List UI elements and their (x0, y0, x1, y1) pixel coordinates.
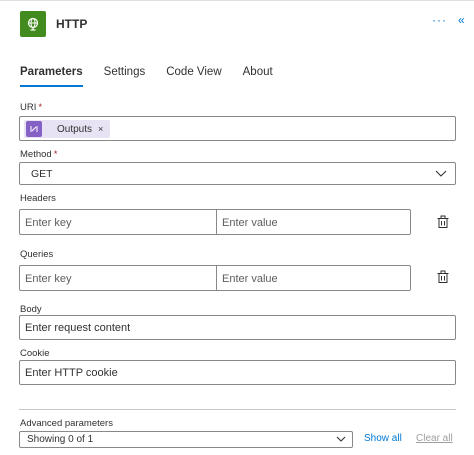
headers-label: Headers (20, 193, 56, 204)
divider (19, 409, 456, 410)
method-value: GET (31, 168, 53, 180)
method-dropdown[interactable]: GET (19, 162, 456, 185)
body-label: Body (20, 304, 42, 315)
advanced-parameters-value: Showing 0 of 1 (27, 434, 94, 445)
cookie-input[interactable]: Enter HTTP cookie (19, 360, 456, 385)
placeholder: Enter value (222, 273, 278, 285)
tab-about[interactable]: About (243, 63, 273, 87)
placeholder: Enter value (222, 217, 278, 229)
tab-settings[interactable]: Settings (104, 63, 146, 87)
remove-token-button[interactable]: × (98, 124, 103, 134)
queries-key-input[interactable]: Enter key (19, 265, 217, 291)
globe-icon (20, 11, 46, 37)
collapse-panel-button[interactable]: « (458, 13, 465, 27)
delete-icon[interactable] (436, 215, 450, 229)
queries-value-input[interactable]: Enter value (216, 265, 411, 291)
action-title: HTTP (56, 17, 88, 31)
delete-icon[interactable] (436, 270, 450, 284)
queries-label: Queries (20, 249, 54, 260)
required-mark: * (38, 102, 43, 113)
method-label: Method * (20, 149, 58, 160)
expression-icon (26, 121, 42, 137)
placeholder: Enter HTTP cookie (25, 367, 118, 379)
placeholder: Enter request content (25, 322, 131, 334)
tab-code-view[interactable]: Code View (166, 63, 221, 87)
placeholder: Enter key (25, 217, 72, 229)
cookie-label: Cookie (20, 348, 50, 359)
uri-label: URI * (20, 102, 43, 113)
tab-bar: Parameters Settings Code View About (20, 63, 294, 87)
show-all-link[interactable]: Show all (364, 433, 402, 444)
action-panel: HTTP ··· « Parameters Settings Code View… (0, 0, 474, 455)
tab-parameters[interactable]: Parameters (20, 63, 83, 87)
clear-all-link[interactable]: Clear all (416, 433, 453, 444)
headers-key-input[interactable]: Enter key (19, 209, 217, 235)
outputs-token[interactable]: Outputs × (24, 120, 110, 138)
advanced-parameters-dropdown[interactable]: Showing 0 of 1 (19, 431, 353, 448)
more-options-button[interactable]: ··· (432, 13, 447, 27)
headers-value-input[interactable]: Enter value (216, 209, 411, 235)
token-label: Outputs (57, 123, 93, 135)
required-mark: * (53, 149, 58, 160)
chevron-down-icon (433, 165, 449, 186)
advanced-parameters-label: Advanced parameters (20, 418, 113, 429)
uri-input[interactable]: Outputs × (19, 116, 456, 141)
body-input[interactable]: Enter request content (19, 315, 456, 340)
chevron-down-icon (334, 432, 348, 451)
placeholder: Enter key (25, 273, 72, 285)
